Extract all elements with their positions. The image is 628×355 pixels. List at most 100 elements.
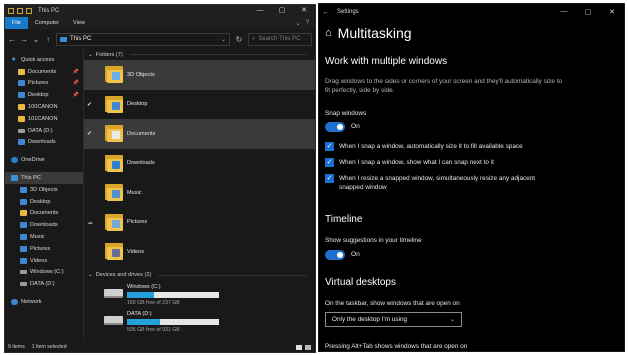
folder-item[interactable]: ✔ Documents — [84, 119, 315, 149]
nav-item[interactable]: Downloads — [5, 137, 83, 149]
maximize-button[interactable]: ▢ — [271, 5, 293, 17]
collapse-chevron-icon: ⌄ — [88, 272, 93, 278]
nav-item[interactable]: OneDrive — [5, 154, 83, 166]
folder-item[interactable]: Videos — [84, 237, 315, 267]
nav-item-label: Videos — [30, 257, 48, 264]
nav-item[interactable]: Documents 📌 — [5, 66, 83, 78]
drive-item[interactable]: Windows (C:) 169 GB free of 237 GB — [84, 281, 315, 308]
nav-item-label: Pictures — [30, 245, 51, 252]
nav-item[interactable]: Desktop 📌 — [5, 89, 83, 101]
file-explorer-window: This PC — ▢ ✕ File Computer View ⌄ ? ← →… — [4, 4, 316, 353]
nav-item-label: 100CANON — [28, 104, 58, 111]
nav-item[interactable]: DATA (D:) — [5, 125, 83, 137]
nav-item[interactable]: 100CANON — [5, 101, 83, 113]
drive-icon — [20, 282, 27, 287]
large-icons-view-icon[interactable] — [305, 344, 311, 350]
properties-icon[interactable] — [17, 8, 23, 14]
downloads-icon — [18, 139, 25, 146]
maximize-button[interactable]: ▢ — [576, 8, 600, 16]
pin-icon: 📌 — [72, 92, 79, 99]
tab-file[interactable]: File — [5, 17, 28, 29]
nav-item[interactable]: ★ Quick access — [5, 54, 83, 66]
downloads-icon — [20, 222, 27, 229]
nav-item[interactable]: Pictures — [5, 243, 83, 255]
folder-name: Documents — [127, 130, 156, 137]
folder-icon — [105, 241, 123, 261]
section-title-windows: Work with multiple windows — [325, 56, 448, 67]
sync-status-icon: ✔ — [87, 131, 93, 138]
nav-item[interactable]: This PC — [5, 172, 83, 184]
folder-icon — [105, 212, 123, 232]
up-arrow-icon[interactable]: ↑ — [44, 35, 52, 44]
back-arrow-icon[interactable]: ← — [8, 35, 16, 44]
nav-item[interactable]: Desktop — [5, 196, 83, 208]
nav-item[interactable]: Pictures 📌 — [5, 78, 83, 90]
folder-item[interactable]: Downloads — [84, 149, 315, 179]
folders-group-label: Folders (7) — [95, 51, 123, 58]
nav-item-label: OneDrive — [21, 157, 45, 164]
drive-item[interactable]: DATA (D:) 595 GB free of 931 GB — [84, 308, 315, 335]
back-arrow-icon[interactable]: ← — [319, 9, 333, 16]
details-view-icon[interactable] — [296, 344, 302, 350]
videos-icon — [20, 257, 27, 264]
nav-item[interactable]: Documents — [5, 208, 83, 220]
new-folder-icon[interactable] — [26, 8, 32, 14]
snap-assist-checkbox[interactable]: ✓ — [325, 158, 334, 167]
folder-item[interactable]: ☁ Pictures — [84, 208, 315, 238]
drive-icon — [104, 315, 123, 325]
refresh-icon[interactable]: ↻ — [234, 35, 244, 44]
folder-icon[interactable] — [8, 8, 14, 14]
explorer-titlebar: This PC — ▢ ✕ — [5, 5, 315, 17]
page-title: Multitasking — [337, 25, 412, 41]
nav-item[interactable]: DATA (D:) — [5, 278, 83, 290]
folder-icon — [18, 115, 25, 122]
status-bar: 9 items 1 item selected — [5, 342, 315, 352]
folder-icon — [18, 104, 25, 111]
tab-view[interactable]: View — [66, 17, 92, 29]
drive-icon — [18, 128, 25, 133]
folder-item[interactable]: Music — [84, 178, 315, 208]
nav-item[interactable]: Music — [5, 231, 83, 243]
quick-access-toolbar — [8, 8, 32, 14]
nav-item[interactable]: Videos — [5, 255, 83, 267]
search-placeholder: Search This PC — [258, 36, 301, 42]
minimize-button[interactable]: — — [552, 8, 576, 16]
drive-usage-fill — [127, 318, 161, 325]
nav-item[interactable]: 101CANON — [5, 113, 83, 125]
timeline-suggestions-toggle[interactable] — [325, 250, 345, 260]
nav-item[interactable]: Windows (C:) — [5, 267, 83, 279]
address-toolbar: ← → ⌄ ↑ This PC ⌄ ↻ ⌕ Search This PC — [5, 29, 315, 49]
folder-item[interactable]: ✔ Desktop — [84, 90, 315, 120]
folder-item[interactable]: 3D Objects — [84, 60, 315, 90]
folder-icon — [105, 182, 123, 202]
collapse-chevron-icon: ⌄ — [88, 51, 93, 58]
drives-group-header[interactable]: ⌄ Devices and drives (2) — [84, 270, 315, 281]
address-bar[interactable]: This PC ⌄ — [56, 32, 230, 46]
taskbar-windows-dropdown[interactable]: Only the desktop I'm using ⌄ — [325, 312, 462, 327]
chevron-down-icon[interactable]: ⌄ — [221, 36, 226, 43]
section-title-virtual-desktops: Virtual desktops — [325, 277, 396, 288]
minimize-button[interactable]: — — [249, 5, 271, 17]
chevron-down-icon: ⌄ — [449, 317, 455, 323]
desktop-icon — [18, 92, 25, 99]
search-input[interactable]: ⌕ Search This PC — [248, 32, 312, 46]
snap-fill-checkbox[interactable]: ✓ — [325, 142, 334, 151]
help-icon[interactable]: ? — [306, 20, 309, 26]
drive-free-space: 169 GB free of 237 GB — [127, 299, 180, 306]
close-button[interactable]: ✕ — [600, 8, 624, 16]
snap-resize-checkbox[interactable]: ✓ — [325, 174, 334, 183]
nav-item[interactable]: 3D Objects — [5, 184, 83, 196]
folders-group-header[interactable]: ⌄ Folders (7) — [84, 49, 315, 60]
forward-arrow-icon[interactable]: → — [20, 35, 28, 44]
nav-item[interactable]: Downloads — [5, 219, 83, 231]
nav-item[interactable]: Network — [5, 296, 83, 308]
recent-locations-icon[interactable]: ⌄ — [32, 35, 40, 44]
tab-computer[interactable]: Computer — [28, 17, 66, 29]
expand-ribbon-icon[interactable]: ⌄ — [296, 20, 301, 27]
nav-item-label: 101CANON — [28, 115, 58, 122]
drive-icon — [104, 288, 123, 298]
nav-item-label: DATA (D:) — [30, 281, 55, 288]
snap-windows-toggle[interactable] — [325, 122, 345, 132]
page-header: ⌂ Multitasking — [319, 20, 624, 46]
close-button[interactable]: ✕ — [293, 5, 315, 17]
